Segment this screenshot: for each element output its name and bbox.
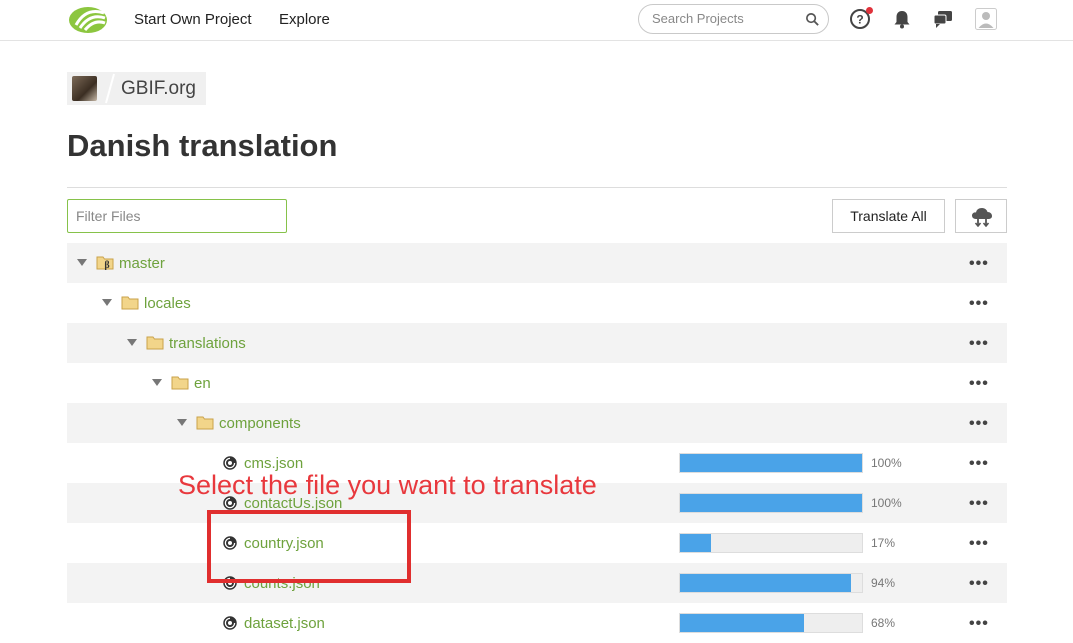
more-options-icon[interactable]: •••: [969, 295, 989, 313]
tree-item-label[interactable]: en: [194, 375, 211, 392]
progress-fill: [680, 574, 852, 592]
search-input[interactable]: [652, 11, 802, 26]
more-options-icon[interactable]: •••: [969, 335, 989, 353]
folder-icon: [146, 335, 164, 350]
annotation-text: Select the file you want to translate: [178, 470, 597, 500]
branch-icon: β: [96, 255, 114, 271]
app-logo[interactable]: [68, 5, 108, 35]
file-tree: β master ••• locales ••• translations ••• en •••…: [67, 243, 1007, 643]
file-name-label[interactable]: dataset.json: [244, 615, 325, 632]
expand-toggle-icon[interactable]: [177, 419, 187, 426]
search-box[interactable]: [638, 4, 829, 34]
folder-row[interactable]: locales •••: [67, 283, 1007, 323]
search-icon[interactable]: [805, 12, 820, 27]
svg-text:β: β: [104, 260, 109, 270]
translate-all-button[interactable]: Translate All: [832, 199, 945, 233]
file-icon: [223, 456, 237, 470]
folder-row[interactable]: translations •••: [67, 323, 1007, 363]
nav-explore[interactable]: Explore: [279, 11, 330, 28]
download-button[interactable]: [955, 199, 1007, 233]
divider: [67, 187, 1007, 188]
folder-icon: [196, 415, 214, 430]
progress-percent: 94%: [871, 576, 896, 590]
more-options-icon[interactable]: •••: [969, 375, 989, 393]
annotation-highlight-box: [207, 510, 411, 583]
progress-percent: 68%: [871, 616, 896, 630]
folder-icon: [171, 375, 189, 390]
file-row[interactable]: dataset.json 68% •••: [67, 603, 1007, 643]
filter-files-input[interactable]: [76, 208, 276, 224]
page-title: Danish translation: [67, 128, 338, 163]
progress-fill: [680, 454, 862, 472]
more-options-icon[interactable]: •••: [969, 455, 989, 473]
filter-files-box[interactable]: [67, 199, 287, 233]
notification-dot: [866, 7, 873, 14]
avatar[interactable]: [72, 76, 97, 101]
expand-toggle-icon[interactable]: [127, 339, 137, 346]
progress-bar: [679, 613, 863, 633]
breadcrumb: GBIF.org: [67, 72, 206, 105]
folder-row[interactable]: β master •••: [67, 243, 1007, 283]
expand-toggle-icon[interactable]: [152, 379, 162, 386]
breadcrumb-separator: [105, 73, 115, 104]
progress-bar: [679, 573, 863, 593]
progress-percent: 17%: [871, 536, 896, 550]
chat-icon[interactable]: [932, 8, 954, 30]
more-options-icon[interactable]: •••: [969, 495, 989, 513]
progress-percent: 100%: [871, 496, 902, 510]
tree-item-label[interactable]: locales: [144, 295, 191, 312]
progress-fill: [680, 534, 711, 552]
more-options-icon[interactable]: •••: [969, 615, 989, 633]
progress-bar: [679, 493, 863, 513]
folder-row[interactable]: en •••: [67, 363, 1007, 403]
progress-bar: [679, 533, 863, 553]
more-options-icon[interactable]: •••: [969, 415, 989, 433]
progress-percent: 100%: [871, 456, 902, 470]
progress-fill: [680, 614, 804, 632]
bell-icon[interactable]: [891, 8, 913, 30]
user-avatar-icon[interactable]: [975, 8, 997, 30]
svg-text:?: ?: [856, 13, 863, 27]
expand-toggle-icon[interactable]: [102, 299, 112, 306]
progress-fill: [680, 494, 862, 512]
folder-row[interactable]: components •••: [67, 403, 1007, 443]
tree-item-label[interactable]: master: [119, 255, 165, 272]
breadcrumb-org[interactable]: GBIF.org: [121, 78, 196, 100]
progress-bar: [679, 453, 863, 473]
nav-start-own-project[interactable]: Start Own Project: [134, 11, 252, 28]
tree-item-label[interactable]: translations: [169, 335, 246, 352]
more-options-icon[interactable]: •••: [969, 575, 989, 593]
more-options-icon[interactable]: •••: [969, 255, 989, 273]
file-icon: [223, 616, 237, 630]
tree-item-label[interactable]: components: [219, 415, 301, 432]
expand-toggle-icon[interactable]: [77, 259, 87, 266]
folder-icon: [121, 295, 139, 310]
more-options-icon[interactable]: •••: [969, 535, 989, 553]
top-navbar: Start Own Project Explore ?: [0, 0, 1073, 41]
cloud-download-icon: [972, 208, 992, 227]
